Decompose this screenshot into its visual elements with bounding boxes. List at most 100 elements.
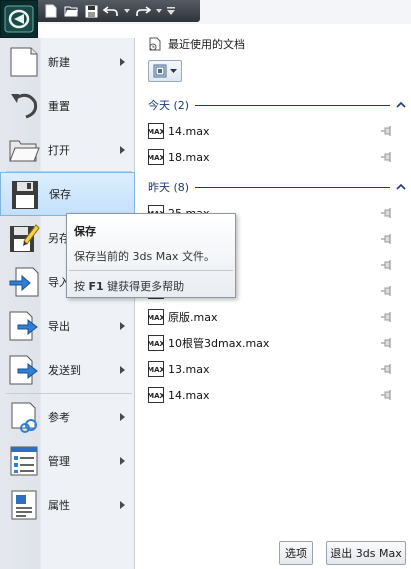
- recent-file-item[interactable]: MAX 10根管3dmax.max: [147, 332, 402, 354]
- pin-icon[interactable]: [380, 311, 394, 323]
- save-as-icon: [10, 224, 40, 252]
- recent-file-item[interactable]: MAX 14.max: [147, 384, 402, 406]
- group-divider: [195, 186, 390, 188]
- reset-icon: [11, 93, 38, 119]
- menu-item-properties[interactable]: 属性: [0, 483, 135, 527]
- application-button[interactable]: [0, 0, 38, 38]
- tooltip-help: 按 F1 键获得更多帮助: [74, 278, 184, 294]
- submenu-arrow-icon: [120, 146, 125, 154]
- group-header-yesterday[interactable]: 昨天 (8): [148, 180, 406, 194]
- max-file-icon: MAX: [147, 361, 165, 377]
- recent-documents-title: 最近使用的文档: [168, 38, 245, 51]
- save-icon: [12, 181, 38, 209]
- exit-button[interactable]: 退出 3ds Max: [326, 541, 406, 565]
- menu-label: 打开: [48, 144, 70, 157]
- recent-file-item[interactable]: MAX 13.max: [147, 358, 402, 380]
- pin-icon[interactable]: [380, 233, 394, 245]
- pin-icon[interactable]: [380, 259, 394, 271]
- submenu-arrow-icon: [120, 413, 125, 421]
- group-header-today[interactable]: 今天 (2): [148, 98, 406, 112]
- recent-file-name: 14.max: [168, 124, 210, 138]
- recent-file-name: 18.max: [168, 150, 210, 164]
- export-icon: [9, 311, 38, 341]
- tooltip-description: 保存当前的 3ds Max 文件。: [74, 250, 215, 263]
- menu-divider: [6, 393, 132, 394]
- submenu-arrow-icon: [120, 322, 125, 330]
- tooltip-help-prefix: 按: [74, 280, 89, 293]
- recent-file-name: 14.max: [168, 388, 210, 402]
- submenu-arrow-icon: [120, 58, 125, 66]
- tooltip-help-key: F1: [88, 280, 104, 293]
- view-options-dropdown[interactable]: [148, 60, 182, 82]
- chevron-down-icon[interactable]: [122, 2, 132, 20]
- group-label: 昨天 (8): [148, 181, 190, 194]
- chevron-down-icon: [170, 69, 177, 73]
- view-icon: [153, 64, 167, 78]
- quick-access-toolbar: [38, 0, 200, 22]
- recent-file-item[interactable]: MAX 原版.max: [147, 306, 402, 328]
- menu-item-save[interactable]: 保存: [0, 172, 135, 216]
- menu-label: 管理: [48, 455, 70, 468]
- menu-label: 新建: [48, 56, 70, 69]
- max-file-icon: MAX: [147, 149, 165, 165]
- menu-label: 参考: [48, 411, 70, 424]
- group-divider: [195, 104, 390, 106]
- menu-label: 导出: [48, 320, 70, 333]
- open-icon[interactable]: [62, 2, 80, 20]
- pin-icon[interactable]: [380, 389, 394, 401]
- recent-documents-header: 最近使用的文档: [148, 36, 245, 52]
- menu-item-manage[interactable]: 管理: [0, 439, 135, 483]
- menu-item-send-to[interactable]: 发送到: [0, 348, 135, 392]
- properties-icon: [11, 490, 37, 520]
- save-icon[interactable]: [82, 2, 100, 20]
- pin-icon[interactable]: [380, 125, 394, 137]
- new-icon[interactable]: [42, 2, 60, 20]
- svg-text:MAX: MAX: [148, 392, 164, 400]
- recent-file-item[interactable]: MAX 14.max: [147, 120, 402, 142]
- pin-icon[interactable]: [380, 337, 394, 349]
- recent-file-name: 13.max: [168, 362, 210, 376]
- pin-icon[interactable]: [380, 363, 394, 375]
- menu-item-new[interactable]: 新建: [0, 40, 135, 84]
- pin-icon[interactable]: [380, 207, 394, 219]
- svg-text:MAX: MAX: [148, 340, 164, 348]
- collapse-icon[interactable]: [396, 182, 406, 192]
- menu-item-export[interactable]: 导出: [0, 304, 135, 348]
- reference-icon: [11, 402, 37, 433]
- group-label: 今天 (2): [148, 99, 190, 112]
- pin-icon[interactable]: [380, 151, 394, 163]
- 3ds-max-logo-icon: [4, 5, 34, 33]
- max-file-icon: MAX: [147, 123, 165, 139]
- import-icon: [9, 267, 39, 297]
- svg-text:MAX: MAX: [148, 128, 164, 136]
- options-button[interactable]: 选项: [279, 541, 313, 565]
- svg-text:MAX: MAX: [148, 314, 164, 322]
- menu-label: 重置: [48, 100, 70, 113]
- undo-icon[interactable]: [102, 2, 120, 20]
- tooltip-divider: [69, 270, 233, 271]
- menu-label: 保存: [49, 188, 71, 201]
- recent-file-item[interactable]: MAX 18.max: [147, 146, 402, 168]
- open-folder-icon: [9, 140, 40, 162]
- menu-item-reset[interactable]: 重置: [0, 84, 135, 128]
- collapse-icon[interactable]: [396, 100, 406, 110]
- recent-documents-icon: [149, 37, 161, 51]
- chevron-down-icon[interactable]: [154, 2, 164, 20]
- svg-text:MAX: MAX: [148, 366, 164, 374]
- max-file-icon: MAX: [147, 309, 165, 325]
- max-file-icon: MAX: [147, 387, 165, 403]
- customize-icon[interactable]: [166, 2, 176, 20]
- max-file-icon: MAX: [147, 335, 165, 351]
- save-tooltip: 保存 保存当前的 3ds Max 文件。 按 F1 键获得更多帮助: [66, 213, 236, 298]
- svg-text:MAX: MAX: [148, 154, 164, 162]
- recent-file-name: 10根管3dmax.max: [168, 337, 270, 350]
- tooltip-title: 保存: [74, 225, 96, 238]
- menu-item-reference[interactable]: 参考: [0, 395, 135, 439]
- submenu-arrow-icon: [120, 501, 125, 509]
- menu-item-open[interactable]: 打开: [0, 128, 135, 172]
- menu-label: 属性: [48, 499, 70, 512]
- redo-icon[interactable]: [134, 2, 152, 20]
- manage-icon: [10, 446, 38, 476]
- pin-icon[interactable]: [380, 285, 394, 297]
- submenu-arrow-icon: [120, 457, 125, 465]
